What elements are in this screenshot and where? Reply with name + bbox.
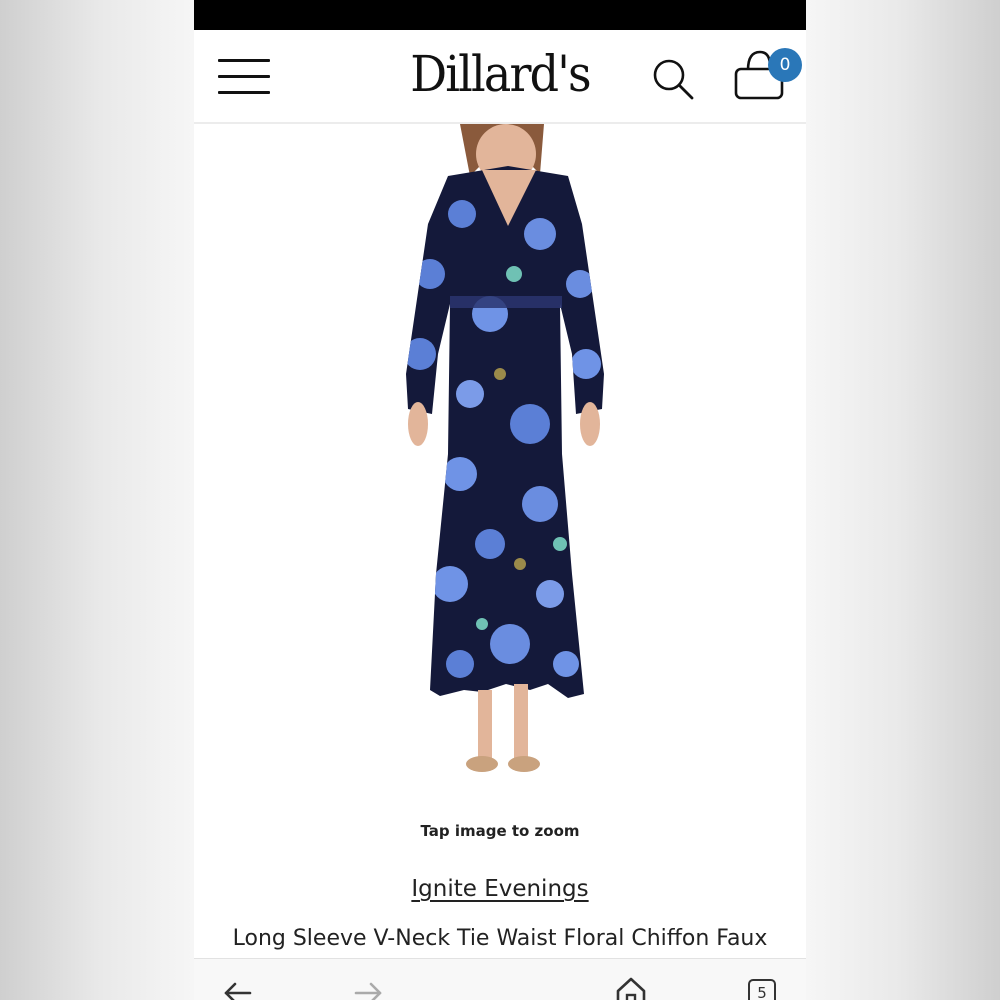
- model-leg-right: [514, 684, 528, 760]
- back-arrow-icon: [224, 982, 252, 1000]
- menu-icon-line: [218, 91, 270, 94]
- dress-body: [406, 166, 604, 698]
- product-image[interactable]: [390, 124, 620, 784]
- model-hand-left: [408, 402, 428, 446]
- status-bar: [194, 0, 806, 30]
- forward-button[interactable]: [352, 973, 386, 1000]
- shoe-left: [466, 756, 498, 772]
- cart-button[interactable]: 0: [732, 48, 804, 106]
- home-icon: [616, 977, 646, 1000]
- zoom-hint: Tap image to zoom: [420, 822, 580, 840]
- menu-icon-line: [218, 75, 270, 78]
- model-leg-left: [478, 690, 492, 760]
- tabs-button[interactable]: 5: [748, 979, 776, 1000]
- home-button[interactable]: [614, 973, 648, 1000]
- menu-button[interactable]: [218, 57, 272, 97]
- model-hand-right: [580, 402, 600, 446]
- browser-toolbar: 5: [194, 958, 806, 1000]
- dress-photo: [406, 124, 604, 772]
- cart-count-badge: 0: [768, 48, 802, 82]
- search-button[interactable]: [650, 56, 696, 102]
- brand-link[interactable]: Ignite Evenings: [411, 876, 588, 902]
- site-header: Dillard's 0: [194, 30, 806, 124]
- forward-arrow-icon: [354, 982, 382, 1000]
- phone-screen: Dillard's 0 Tap image to zoom Ignite Eve…: [194, 0, 806, 1000]
- brand-name: Ignite Evenings: [194, 876, 806, 902]
- waist-tie: [450, 296, 562, 308]
- site-logo[interactable]: Dillard's: [399, 44, 601, 104]
- shoe-right: [508, 756, 540, 772]
- search-icon: [653, 59, 694, 100]
- back-button[interactable]: [220, 973, 254, 1000]
- menu-icon-line: [218, 59, 270, 62]
- product-title: Long Sleeve V-Neck Tie Waist Floral Chif…: [232, 926, 768, 951]
